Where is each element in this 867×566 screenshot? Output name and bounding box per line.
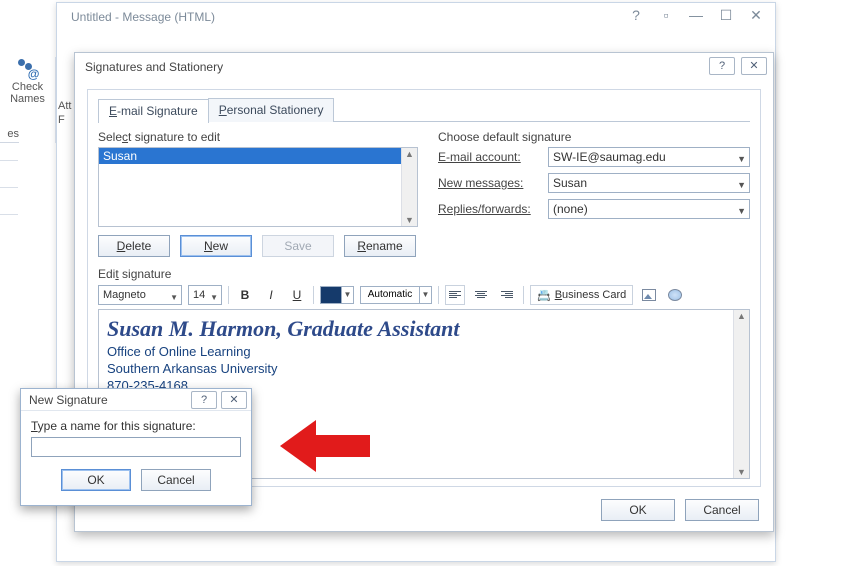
signature-line: Office of Online Learning: [107, 344, 741, 359]
business-card-button[interactable]: 📇Business Card: [530, 285, 633, 305]
email-account-label: E-mail account:: [438, 150, 548, 164]
new-signature-titlebar: New Signature ? ✕: [21, 389, 251, 411]
font-size-combo[interactable]: 14: [188, 285, 222, 305]
replies-forwards-select[interactable]: (none): [548, 199, 750, 219]
new-button[interactable]: New: [180, 235, 252, 257]
email-account-select[interactable]: SW-IE@saumag.edu: [548, 147, 750, 167]
signature-line: Southern Arkansas University: [107, 361, 741, 376]
check-names-button[interactable]: @ Check Names: [0, 57, 55, 105]
new-messages-label: New messages:: [438, 176, 548, 190]
close-icon[interactable]: ✕: [741, 3, 771, 27]
align-right-button[interactable]: [497, 285, 517, 305]
tab-personal-stationery[interactable]: Personal Stationery: [208, 98, 335, 122]
new-sig-ok-button[interactable]: OK: [61, 469, 131, 491]
message-title-text: Untitled - Message (HTML): [71, 10, 215, 24]
font-combo[interactable]: Magneto: [98, 285, 182, 305]
scrollbar[interactable]: [401, 148, 417, 226]
font-color-button[interactable]: ▼: [320, 286, 354, 304]
minimize-icon[interactable]: —: [681, 3, 711, 27]
list-item[interactable]: Susan: [99, 148, 401, 164]
restore-icon[interactable]: ▫: [651, 3, 681, 27]
edit-toolbar: Magneto 14 B I U ▼ Automatic▼ 📇Business …: [98, 285, 750, 305]
dialog-close-button[interactable]: ✕: [741, 57, 767, 75]
align-left-button[interactable]: [445, 285, 465, 305]
dialog-titlebar: Signatures and Stationery ? ✕: [75, 53, 773, 81]
scrollbar[interactable]: [733, 310, 749, 478]
default-signature-label: Choose default signature: [438, 130, 750, 144]
new-sig-close-button[interactable]: ✕: [221, 391, 247, 409]
replies-forwards-label: Replies/forwards:: [438, 202, 548, 216]
new-signature-title: New Signature: [29, 393, 108, 407]
attach-label-frag: Att: [58, 100, 71, 112]
edit-signature-label: Edit signature: [98, 267, 750, 281]
insert-picture-button[interactable]: [639, 285, 659, 305]
picture-icon: [642, 289, 656, 301]
dialog-cancel-button[interactable]: Cancel: [685, 499, 759, 521]
underline-button[interactable]: U: [287, 285, 307, 305]
form-lines: [0, 160, 18, 241]
auto-color-button[interactable]: Automatic▼: [360, 286, 432, 304]
tab-email-signature[interactable]: E-mail Signature: [98, 99, 209, 123]
message-window-title: Untitled - Message (HTML) ? ▫ — ☐ ✕: [57, 3, 775, 31]
signature-name-line: Susan M. Harmon, Graduate Assistant: [107, 316, 741, 342]
new-sig-cancel-button[interactable]: Cancel: [141, 469, 211, 491]
dialog-title: Signatures and Stationery: [85, 60, 223, 74]
attach-f-label: F: [58, 114, 65, 126]
italic-button[interactable]: I: [261, 285, 281, 305]
dialog-ok-button[interactable]: OK: [601, 499, 675, 521]
check-names-icon: @: [18, 59, 38, 79]
dialog-help-button[interactable]: ?: [709, 57, 735, 75]
insert-hyperlink-button[interactable]: [665, 285, 685, 305]
new-sig-help-button[interactable]: ?: [191, 391, 217, 409]
ribbon-group-label-frag: es: [0, 128, 19, 140]
link-icon: [668, 289, 682, 301]
align-center-button[interactable]: [471, 285, 491, 305]
select-signature-label: Select signature to edit: [98, 130, 418, 144]
check-names-label: Check Names: [0, 81, 55, 105]
bold-button[interactable]: B: [235, 285, 255, 305]
rename-button[interactable]: Rename: [344, 235, 416, 257]
new-messages-select[interactable]: Susan: [548, 173, 750, 193]
new-signature-dialog: New Signature ? ✕ Type a name for this s…: [20, 388, 252, 506]
delete-button[interactable]: Delete: [98, 235, 170, 257]
save-button: Save: [262, 235, 334, 257]
help-icon[interactable]: ?: [621, 3, 651, 27]
signature-listbox[interactable]: Susan: [98, 147, 418, 227]
maximize-icon[interactable]: ☐: [711, 3, 741, 27]
signature-name-input[interactable]: [31, 437, 241, 457]
new-signature-prompt: Type a name for this signature:: [31, 419, 241, 433]
